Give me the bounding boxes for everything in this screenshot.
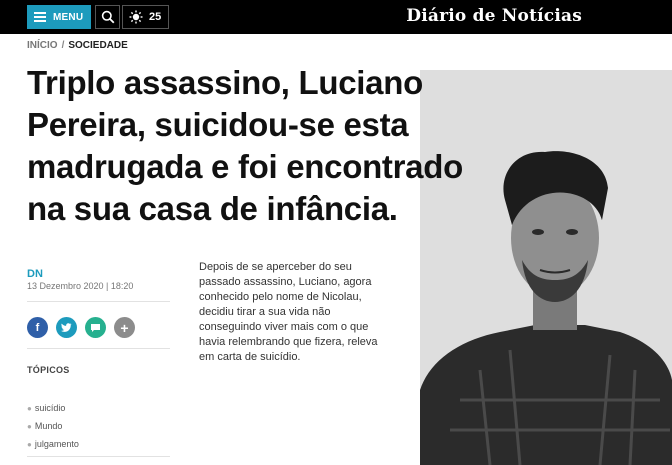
- hamburger-icon: [34, 12, 46, 22]
- menu-label: MENU: [53, 11, 84, 23]
- breadcrumb-section-link[interactable]: SOCIEDADE: [68, 40, 127, 51]
- breadcrumb: INÍCIO / SOCIEDADE: [27, 40, 128, 51]
- divider: [27, 348, 170, 349]
- bullet-icon: ●: [27, 403, 32, 413]
- bullet-icon: ●: [27, 421, 32, 431]
- topic-label: Mundo: [34, 421, 63, 431]
- facebook-share-button[interactable]: f: [27, 317, 48, 338]
- divider: [27, 456, 170, 457]
- menu-button[interactable]: MENU: [27, 5, 91, 29]
- site-logo[interactable]: Diário de Notícias: [406, 6, 582, 26]
- twitter-share-button[interactable]: [56, 317, 77, 338]
- divider: [27, 301, 170, 302]
- weather-widget[interactable]: 25: [122, 5, 169, 29]
- top-navigation-bar: MENU 25 Diário de Notícias: [0, 0, 672, 34]
- comment-icon: [91, 323, 100, 332]
- breadcrumb-separator: /: [61, 40, 65, 51]
- share-buttons: f +: [27, 317, 135, 338]
- more-share-button[interactable]: +: [114, 317, 135, 338]
- comment-button[interactable]: [85, 317, 106, 338]
- sun-icon: [129, 10, 143, 24]
- bullet-icon: ●: [27, 439, 32, 449]
- topic-link[interactable]: ● julgamento: [27, 435, 79, 453]
- twitter-icon: [61, 323, 72, 332]
- topic-link[interactable]: ● suicídio: [27, 399, 79, 417]
- weather-temperature: 25: [149, 11, 162, 23]
- article-date: 13 Dezembro 2020 | 18:20: [27, 281, 134, 291]
- facebook-icon: f: [35, 321, 40, 334]
- article-author[interactable]: DN: [27, 268, 43, 280]
- plus-icon: +: [120, 319, 129, 336]
- article-lede: Depois de se aperceber do seu passado as…: [199, 261, 378, 363]
- search-button[interactable]: [95, 5, 120, 29]
- topics-heading: TÓPICOS: [27, 365, 70, 375]
- topic-label: suicídio: [34, 403, 66, 413]
- article-headline: Triplo assassino, Luciano Pereira, suici…: [27, 64, 463, 227]
- topic-label: julgamento: [34, 439, 79, 449]
- topic-link[interactable]: ● Mundo: [27, 417, 79, 435]
- search-icon: [101, 10, 114, 24]
- topics-list: ● suicídio ● Mundo ● julgamento: [27, 399, 79, 453]
- breadcrumb-home-link[interactable]: INÍCIO: [27, 40, 58, 51]
